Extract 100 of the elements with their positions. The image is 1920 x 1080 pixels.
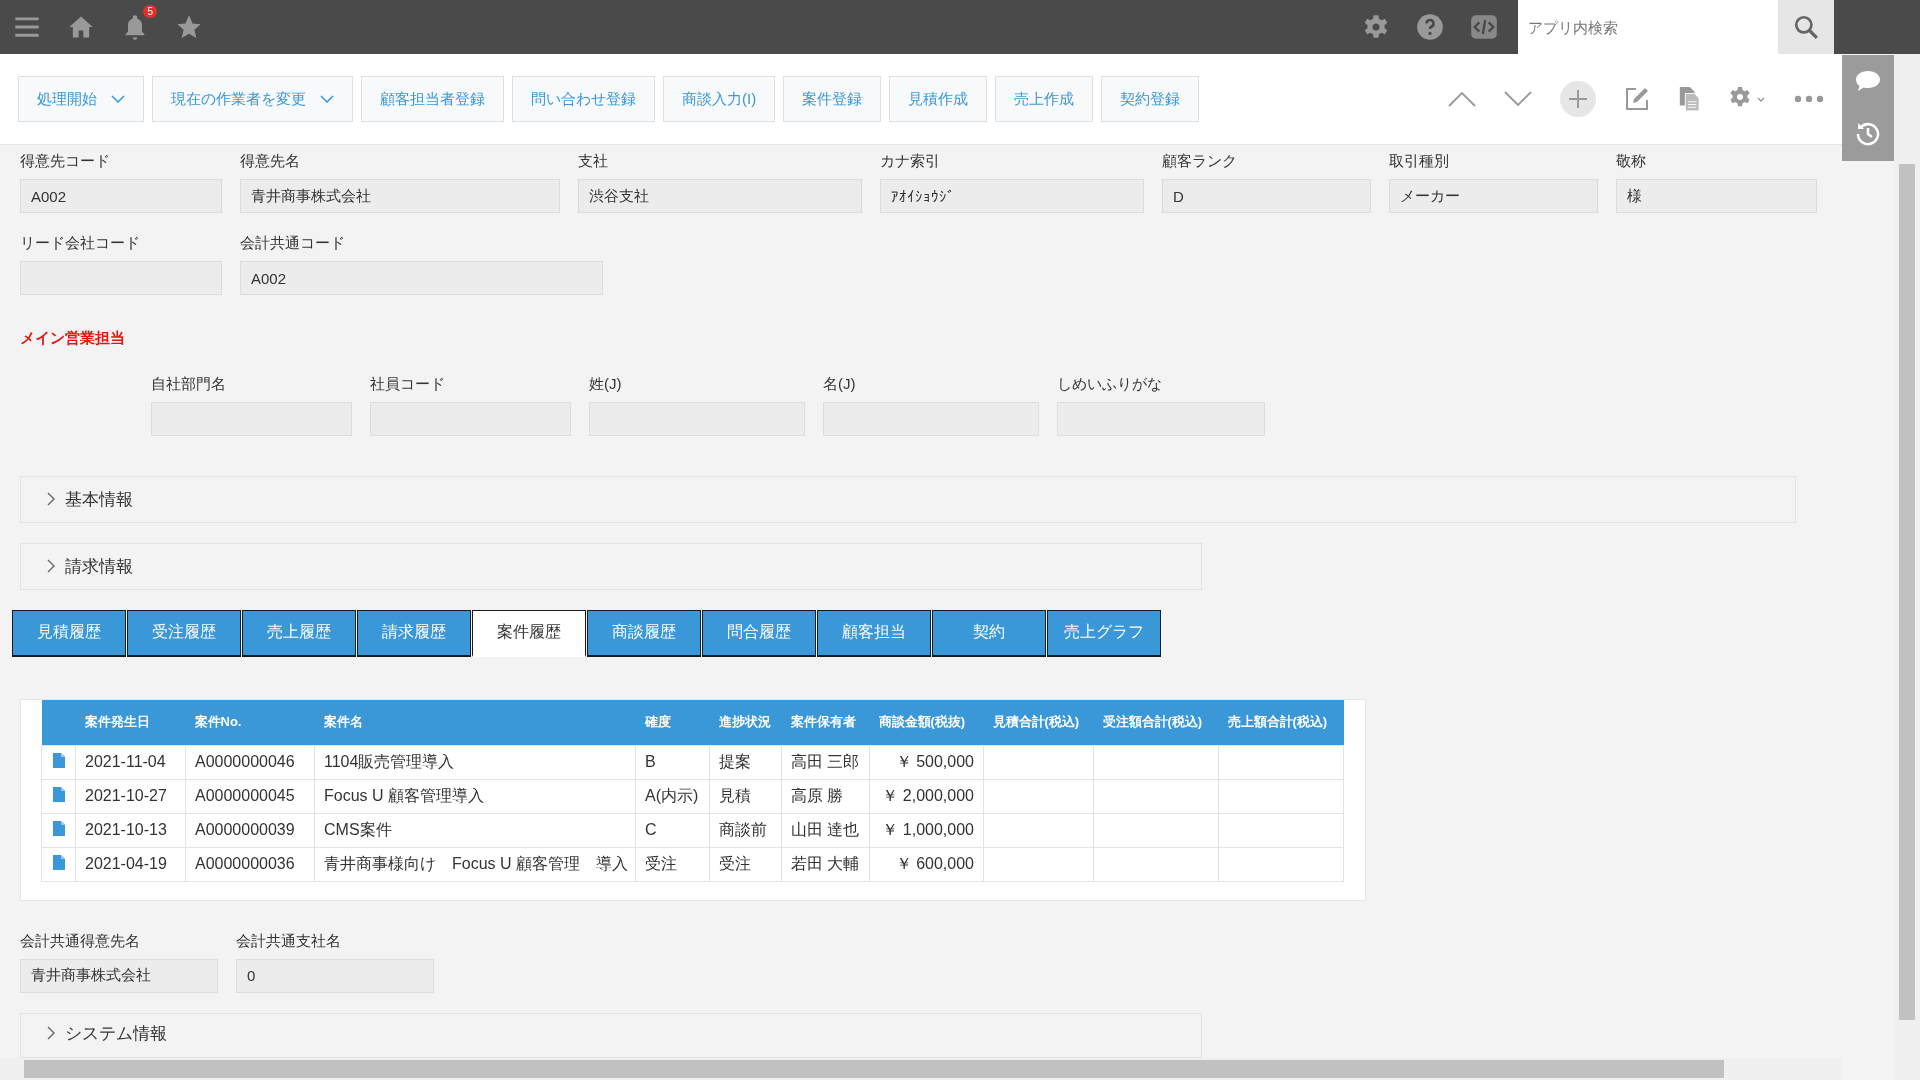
table-cell: 1104販売管理導入 (314, 745, 636, 780)
add-icon[interactable] (1560, 81, 1596, 117)
table-cell: 2021-04-19 (75, 847, 186, 882)
table-cell: Focus U 顧客管理導入 (314, 779, 636, 814)
field-label: 得意先コード (20, 151, 111, 171)
tab[interactable]: 見積履歴 (12, 609, 126, 657)
table-cell: C (635, 813, 710, 848)
table-cell: 2021-11-04 (75, 745, 186, 780)
field-label: 社員コード (370, 374, 446, 394)
table-cell: B (635, 745, 710, 780)
table-cell: 青井商事様向け Focus U 顧客管理 導入 (314, 847, 636, 882)
text-field[interactable]: 様 (1616, 179, 1817, 213)
search-field[interactable]: アプリ内検索 (1518, 0, 1778, 54)
table-cell: 提案 (709, 745, 782, 780)
field-label: 支社 (578, 151, 609, 171)
text-field[interactable]: 青井商事株式会社 (240, 179, 560, 213)
column-header: 見積合計(税込) (983, 699, 1094, 746)
tab[interactable]: 商談履歴 (587, 609, 701, 657)
toolbar-button[interactable]: 問い合わせ登録 (512, 76, 655, 122)
comment-icon[interactable] (1854, 68, 1882, 93)
column-header: 受注額合計(税込) (1093, 699, 1219, 746)
toolbar-button[interactable]: 見積作成 (889, 76, 988, 122)
document-icon[interactable] (52, 786, 65, 802)
table-cell: A0000000039 (185, 813, 315, 848)
text-field[interactable]: メーカー (1389, 179, 1598, 213)
column-header: 進捗状況 (709, 699, 782, 746)
table-cell: 高田 三郎 (781, 745, 870, 780)
text-field[interactable]: D (1162, 179, 1371, 213)
chevron-up-icon[interactable] (1448, 91, 1476, 107)
section-toggle[interactable]: 基本情報 (47, 487, 133, 511)
column-header: 商談金額(税抜) (869, 699, 984, 746)
table-cell: 受注 (709, 847, 782, 882)
code-icon[interactable] (1470, 13, 1498, 41)
field-label: 会計共通得意先名 (20, 930, 141, 951)
settings-icon[interactable] (1362, 13, 1390, 41)
tab[interactable]: 売上グラフ (1047, 609, 1161, 657)
text-field[interactable]: A002 (240, 261, 603, 295)
section-toggle[interactable]: システム情報 (47, 1021, 167, 1045)
tab[interactable]: 契約 (932, 609, 1046, 657)
edit-icon[interactable] (1624, 86, 1650, 112)
text-field[interactable]: 0 (236, 958, 434, 993)
chevron-down-icon[interactable] (1504, 91, 1532, 107)
table-cell: 高原 勝 (781, 779, 870, 814)
table-cell: 見積 (709, 779, 782, 814)
toolbar-button[interactable]: 契約登録 (1101, 76, 1200, 122)
section-heading: メイン営業担当 (20, 329, 125, 348)
table-cell: 2021-10-27 (75, 779, 186, 814)
search-icon (1793, 14, 1819, 40)
document-icon[interactable] (52, 820, 65, 836)
help-icon[interactable] (1416, 13, 1444, 41)
document-copy-icon[interactable] (1678, 85, 1700, 113)
text-field[interactable]: A002 (20, 179, 222, 213)
field-label: 取引種別 (1389, 151, 1450, 171)
table-cell: ￥ 2,000,000 (869, 779, 984, 814)
tab[interactable]: 問合履歴 (702, 609, 816, 657)
field-label: 顧客ランク (1162, 151, 1238, 171)
tab[interactable]: 案件履歴 (472, 609, 586, 657)
field-label: 会計共通支社名 (236, 930, 342, 951)
table-cell: 商談前 (709, 813, 782, 848)
field-label: 自社部門名 (151, 374, 227, 394)
table-cell: 受注 (635, 847, 710, 882)
toolbar-button[interactable]: 顧客担当者登録 (361, 76, 504, 122)
toolbar-button[interactable]: 処理開始 (18, 76, 144, 122)
field-label: 会計共通コード (240, 233, 346, 253)
field-label: カナ索引 (880, 151, 941, 171)
text-field[interactable]: 青井商事株式会社 (20, 958, 218, 993)
caret-icon (320, 95, 334, 103)
text-field[interactable]: ｱｵｲｼｮｳｼﾞ (880, 179, 1144, 213)
table-cell: ￥ 1,000,000 (869, 813, 984, 848)
toolbar-button[interactable]: 売上作成 (995, 76, 1094, 122)
toolbar-button[interactable]: 商談入力(I) (663, 76, 776, 122)
table-cell: CMS案件 (314, 813, 636, 848)
tab[interactable]: 受注履歴 (127, 609, 241, 657)
search-button[interactable] (1778, 0, 1834, 54)
section-toggle[interactable]: 請求情報 (47, 554, 133, 578)
column-header: 案件発生日 (75, 699, 186, 746)
field-label: 敬称 (1616, 151, 1647, 171)
table-cell: 2021-10-13 (75, 813, 186, 848)
document-icon[interactable] (52, 854, 65, 870)
column-header: 確度 (635, 699, 710, 746)
field-label: リード会社コード (20, 233, 141, 253)
table-cell: A0000000045 (185, 779, 315, 814)
column-header: 売上額合計(税込) (1218, 699, 1344, 746)
star-icon[interactable] (175, 13, 203, 41)
toolbar-button[interactable]: 現在の作業者を変更 (152, 76, 353, 122)
table-cell: 若田 大輔 (781, 847, 870, 882)
table-cell: A0000000046 (185, 745, 315, 780)
tab[interactable]: 請求履歴 (357, 609, 471, 657)
table-cell: A0000000036 (185, 847, 315, 882)
toolbar-button[interactable]: 案件登録 (783, 76, 882, 122)
more-icon[interactable] (1794, 95, 1824, 103)
document-icon[interactable] (52, 752, 65, 768)
field-label: 得意先名 (240, 151, 301, 171)
text-field[interactable]: 渋谷支社 (578, 179, 862, 213)
tab[interactable]: 売上履歴 (242, 609, 356, 657)
table-cell: ￥ 600,000 (869, 847, 984, 882)
tab[interactable]: 顧客担当 (817, 609, 931, 657)
table-cell: A(内示) (635, 779, 710, 814)
table-cell: 山田 達也 (781, 813, 870, 848)
field-label: 姓(J) (589, 374, 623, 394)
